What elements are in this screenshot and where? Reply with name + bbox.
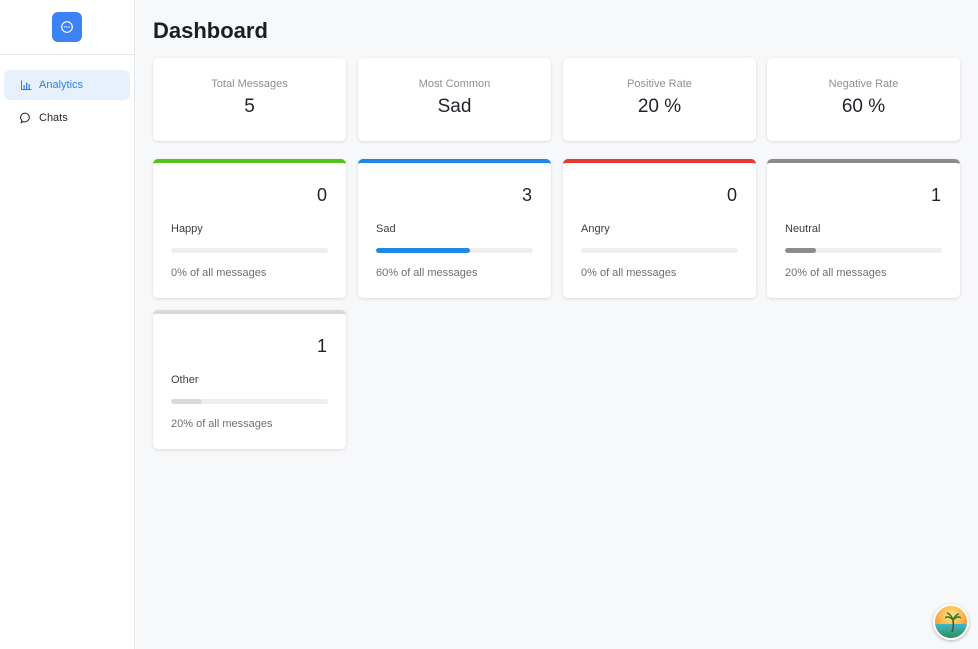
stat-label: Negative Rate (828, 78, 899, 90)
emotion-progress-track (785, 248, 942, 253)
user-avatar[interactable] (933, 604, 969, 640)
stat-value: Sad (437, 96, 472, 117)
stat-value: 60 % (841, 96, 886, 117)
emotion-label: Neutral (785, 223, 821, 235)
emotion-percent: 20% of all messages (171, 418, 273, 430)
emotion-progress-fill (171, 399, 203, 404)
sidebar-item-chats[interactable]: Chats (4, 103, 130, 133)
page-title: Dashboard (153, 18, 268, 43)
emotion-card-happy: 0 Happy 0% of all messages (153, 159, 346, 298)
emotion-progress-fill (376, 248, 471, 253)
stat-label: Total Messages (211, 78, 288, 90)
stat-card-most-common: Most Common Sad (358, 58, 551, 141)
emotion-count: 1 (316, 336, 327, 356)
emotion-card-angry: 0 Angry 0% of all messages (563, 159, 756, 298)
stat-value: 5 (244, 96, 255, 117)
emotion-card-other: 1 Other 20% of all messages (153, 310, 346, 449)
sidebar-nav: Analytics Chats (0, 55, 134, 133)
logo-area (0, 0, 134, 55)
stat-card-total-messages: Total Messages 5 (153, 58, 346, 141)
stat-value: 20 % (637, 96, 682, 117)
emotion-count: 1 (930, 185, 941, 205)
emotion-count: 3 (521, 185, 532, 205)
emotion-count: 0 (316, 185, 327, 205)
emotion-percent: 0% of all messages (171, 267, 267, 279)
emotion-progress-fill (785, 248, 817, 253)
emotion-percent: 0% of all messages (581, 267, 677, 279)
sidebar-item-analytics[interactable]: Analytics (4, 70, 130, 100)
emotion-label: Other (171, 374, 199, 386)
emotion-count: 0 (726, 185, 737, 205)
sidebar-item-label: Chats (39, 112, 68, 124)
sidebar: Analytics Chats (0, 0, 135, 649)
stat-label: Positive Rate (627, 78, 692, 90)
stat-label: Most Common (418, 78, 491, 90)
sidebar-item-label: Analytics (39, 79, 84, 91)
chat-logo-icon[interactable] (52, 12, 82, 42)
emotion-percent: 60% of all messages (376, 267, 478, 279)
emotion-label: Sad (376, 223, 396, 235)
chat-bubble-icon (20, 112, 32, 124)
emotion-card-neutral: 1 Neutral 20% of all messages (767, 159, 960, 298)
palm-tree-icon (945, 612, 961, 632)
emotion-progress-track (171, 248, 328, 253)
emotion-percent: 20% of all messages (785, 267, 887, 279)
stat-card-positive-rate: Positive Rate 20 % (563, 58, 756, 141)
emotion-card-sad: 3 Sad 60% of all messages (358, 159, 551, 298)
emotion-label: Happy (171, 223, 203, 235)
stat-card-negative-rate: Negative Rate 60 % (767, 58, 960, 141)
emotion-progress-track (581, 248, 738, 253)
emotion-progress-track (376, 248, 533, 253)
bar-chart-icon (20, 79, 32, 91)
emotion-progress-track (171, 399, 328, 404)
emotion-label: Angry (581, 223, 610, 235)
